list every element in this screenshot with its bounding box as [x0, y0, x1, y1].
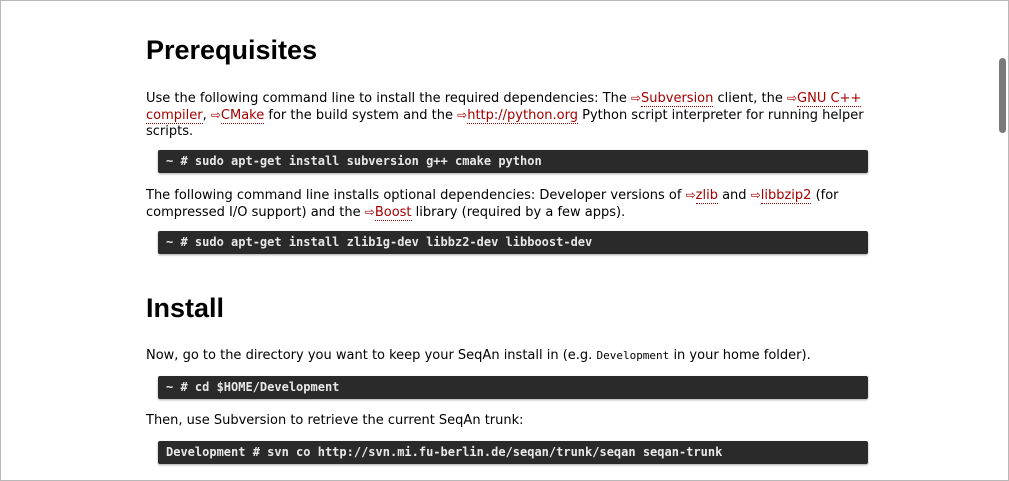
external-link-icon: ⇨ — [630, 91, 642, 105]
prerequisites-paragraph-1: Use the following command line to instal… — [146, 90, 869, 140]
code-block-install-required[interactable]: ~ # sudo apt-get install subversion g++ … — [158, 150, 868, 173]
text: library (required by a few apps). — [411, 205, 626, 220]
prerequisites-paragraph-2: The following command line installs opti… — [146, 187, 879, 221]
text: Now, go to the directory you want to kee… — [146, 348, 597, 363]
link-boost[interactable]: Boost — [374, 205, 412, 221]
text: client, the — [713, 91, 787, 106]
code-block-svn-checkout[interactable]: Development # svn co http://svn.mi.fu-be… — [158, 441, 868, 464]
link-libbzip2[interactable]: libbzip2 — [760, 188, 812, 204]
link-python-org[interactable]: http://python.org — [467, 108, 578, 124]
text: The following command line installs opti… — [146, 188, 686, 203]
install-paragraph-1: Now, go to the directory you want to kee… — [146, 348, 879, 364]
external-link-icon: ⇨ — [364, 205, 375, 219]
external-link-icon: ⇨ — [685, 188, 696, 202]
inline-code-development: Development — [596, 349, 670, 362]
external-link-icon: ⇨ — [210, 108, 221, 122]
browser-viewport: Prerequisites Use the following command … — [0, 0, 1009, 481]
code-block-install-optional[interactable]: ~ # sudo apt-get install zlib1g-dev libb… — [158, 231, 868, 254]
link-zlib[interactable]: zlib — [695, 188, 718, 204]
external-link-icon: ⇨ — [786, 91, 798, 105]
heading-install: Install — [146, 293, 225, 323]
install-paragraph-2: Then, use Subversion to retrieve the cur… — [146, 413, 524, 428]
external-link-icon: ⇨ — [750, 188, 761, 202]
heading-prerequisites: Prerequisites — [146, 35, 318, 65]
text: and — [717, 188, 751, 203]
text: , — [202, 108, 211, 123]
link-cmake[interactable]: CMake — [220, 108, 265, 124]
scrollbar-thumb[interactable] — [999, 58, 1006, 133]
text: Use the following command line to instal… — [146, 91, 631, 106]
text: in your home folder). — [669, 348, 811, 363]
link-subversion[interactable]: Subversion — [641, 91, 714, 107]
code-block-cd-development[interactable]: ~ # cd $HOME/Development — [158, 376, 868, 399]
text: for the build system and the — [264, 108, 458, 123]
external-link-icon: ⇨ — [457, 108, 468, 122]
vertical-scrollbar[interactable] — [996, 1, 1008, 480]
